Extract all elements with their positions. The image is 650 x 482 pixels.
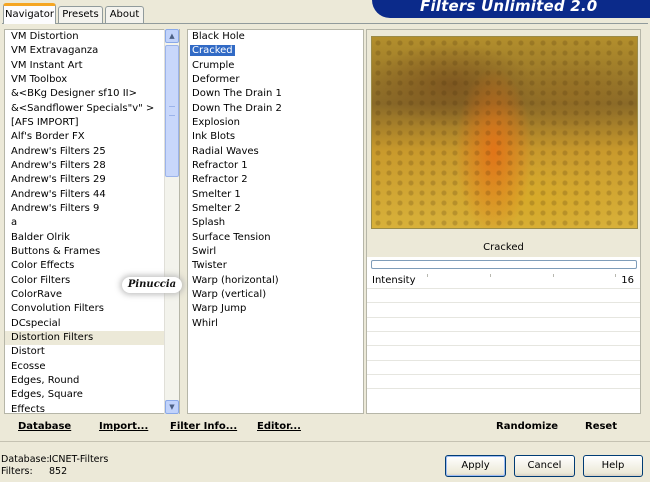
category-item[interactable]: &<BKg Designer sf10 II> (5, 87, 179, 101)
app-title: Filters Unlimited 2.0 (420, 0, 598, 15)
filter-item[interactable]: Down The Drain 2 (188, 102, 363, 116)
control-row-empty (367, 303, 640, 318)
control-label: Intensity (372, 275, 416, 286)
filter-item[interactable]: Black Hole (188, 30, 363, 44)
editor-button[interactable]: Editor... (257, 421, 301, 432)
filter-item[interactable]: Ink Blots (188, 130, 363, 144)
category-item[interactable]: Buttons & Frames (5, 245, 179, 259)
category-item[interactable]: Ecosse (5, 360, 179, 374)
database-label: Database: (1, 454, 50, 465)
control-row-empty (367, 346, 640, 361)
cancel-button[interactable]: Cancel (514, 455, 575, 477)
category-item[interactable]: VM Distortion (5, 30, 179, 44)
category-item[interactable]: Convolution Filters (5, 302, 179, 316)
control-row-empty (367, 288, 640, 304)
category-item[interactable]: Edges, Round (5, 374, 179, 388)
randomize-button[interactable]: Randomize (496, 421, 558, 432)
category-scrollbar[interactable]: ▲ ▼ (164, 29, 179, 414)
filter-list[interactable]: Black Hole Cracked Crumple Deformer Down The… (187, 29, 364, 414)
filter-item[interactable]: Refractor 2 (188, 173, 363, 187)
filter-item[interactable]: Warp (vertical) (188, 288, 363, 302)
category-item[interactable]: Edges, Square (5, 388, 179, 402)
filter-item[interactable]: Smelter 2 (188, 202, 363, 216)
control-row-empty (367, 360, 640, 375)
preview-progress-bar (371, 260, 637, 269)
category-item[interactable]: VM Extravaganza (5, 44, 179, 58)
control-row-empty (367, 317, 640, 332)
database-button[interactable]: Database (18, 421, 71, 432)
preview-image (371, 36, 638, 229)
filter-items: Black Hole Cracked Crumple Deformer Down The… (188, 30, 363, 331)
category-item[interactable]: DCspecial (5, 317, 179, 331)
filter-item[interactable]: Deformer (188, 73, 363, 87)
category-item[interactable]: Distortion Filters (5, 330, 179, 346)
tab-about[interactable]: About (105, 6, 144, 23)
filter-item[interactable]: Warp Jump (188, 302, 363, 316)
category-item[interactable]: Andrew's Filters 28 (5, 159, 179, 173)
category-item[interactable]: Andrew's Filters 29 (5, 173, 179, 187)
filter-item[interactable]: Refractor 1 (188, 159, 363, 173)
filter-item[interactable]: Surface Tension (188, 231, 363, 245)
category-item[interactable]: Andrew's Filters 44 (5, 188, 179, 202)
category-item[interactable]: a (5, 216, 179, 230)
control-value: 16 (621, 275, 634, 286)
filters-count-label: Filters: (1, 466, 33, 477)
tab-divider (2, 23, 648, 24)
category-item[interactable]: Andrew's Filters 9 (5, 202, 179, 216)
filter-item[interactable]: Radial Waves (188, 145, 363, 159)
arrow-down-icon[interactable]: ▼ (165, 400, 179, 414)
category-item[interactable]: [AFS IMPORT] (5, 116, 179, 130)
app-banner: Filters Unlimited 2.0 (372, 0, 650, 18)
scrollbar-thumb[interactable] (165, 45, 179, 177)
category-items: VM Distortion VM Extravaganza VM Instant A… (5, 30, 179, 413)
filter-item[interactable]: Cracked (188, 44, 363, 58)
footer-divider (0, 441, 650, 442)
intensity-slider[interactable]: Intensity 16 (367, 274, 640, 289)
category-item[interactable]: VM Toolbox (5, 73, 179, 87)
preview-filter-name: Cracked (367, 239, 640, 257)
category-list[interactable]: VM Distortion VM Extravaganza VM Instant A… (4, 29, 180, 414)
filter-item[interactable]: Crumple (188, 59, 363, 73)
apply-button[interactable]: Apply (445, 455, 506, 477)
filter-item[interactable]: Warp (horizontal) (188, 274, 363, 288)
category-item[interactable]: Effects (5, 403, 179, 413)
filter-item[interactable]: Whirl (188, 317, 363, 331)
category-item[interactable]: &<Sandflower Specials"v" > (5, 102, 179, 116)
selected-filter-highlight[interactable]: Cracked (190, 45, 235, 57)
filter-item[interactable]: Smelter 1 (188, 188, 363, 202)
arrow-up-icon[interactable]: ▲ (165, 29, 179, 43)
tab-navigator[interactable]: Navigator (3, 3, 56, 24)
category-item[interactable]: Distort (5, 345, 179, 359)
filter-info-button[interactable]: Filter Info... (170, 421, 237, 432)
help-button[interactable]: Help (583, 455, 643, 477)
tab-presets[interactable]: Presets (58, 6, 103, 23)
reset-button[interactable]: Reset (585, 421, 617, 432)
preview-texture (372, 37, 637, 228)
filters-count-value: 852 (49, 466, 68, 477)
category-item[interactable]: Alf's Border FX (5, 130, 179, 144)
filter-item[interactable]: Splash (188, 216, 363, 230)
filter-item[interactable]: Twister (188, 259, 363, 273)
filter-item[interactable]: Explosion (188, 116, 363, 130)
control-row-empty (367, 331, 640, 347)
control-row-empty (367, 374, 640, 390)
category-item[interactable]: Balder Olrik (5, 231, 179, 245)
category-item[interactable]: Andrew's Filters 25 (5, 145, 179, 159)
filter-item[interactable]: Swirl (188, 245, 363, 259)
database-value: ICNET-Filters (49, 454, 109, 465)
category-item[interactable]: VM Instant Art (5, 59, 179, 73)
watermark-signature: Pinuccia (122, 277, 182, 293)
preview-background (367, 30, 640, 239)
import-button[interactable]: Import... (99, 421, 148, 432)
category-item[interactable]: Color Effects (5, 259, 179, 273)
filter-item[interactable]: Down The Drain 1 (188, 87, 363, 101)
preview-panel: Cracked Intensity 16 (366, 29, 641, 414)
